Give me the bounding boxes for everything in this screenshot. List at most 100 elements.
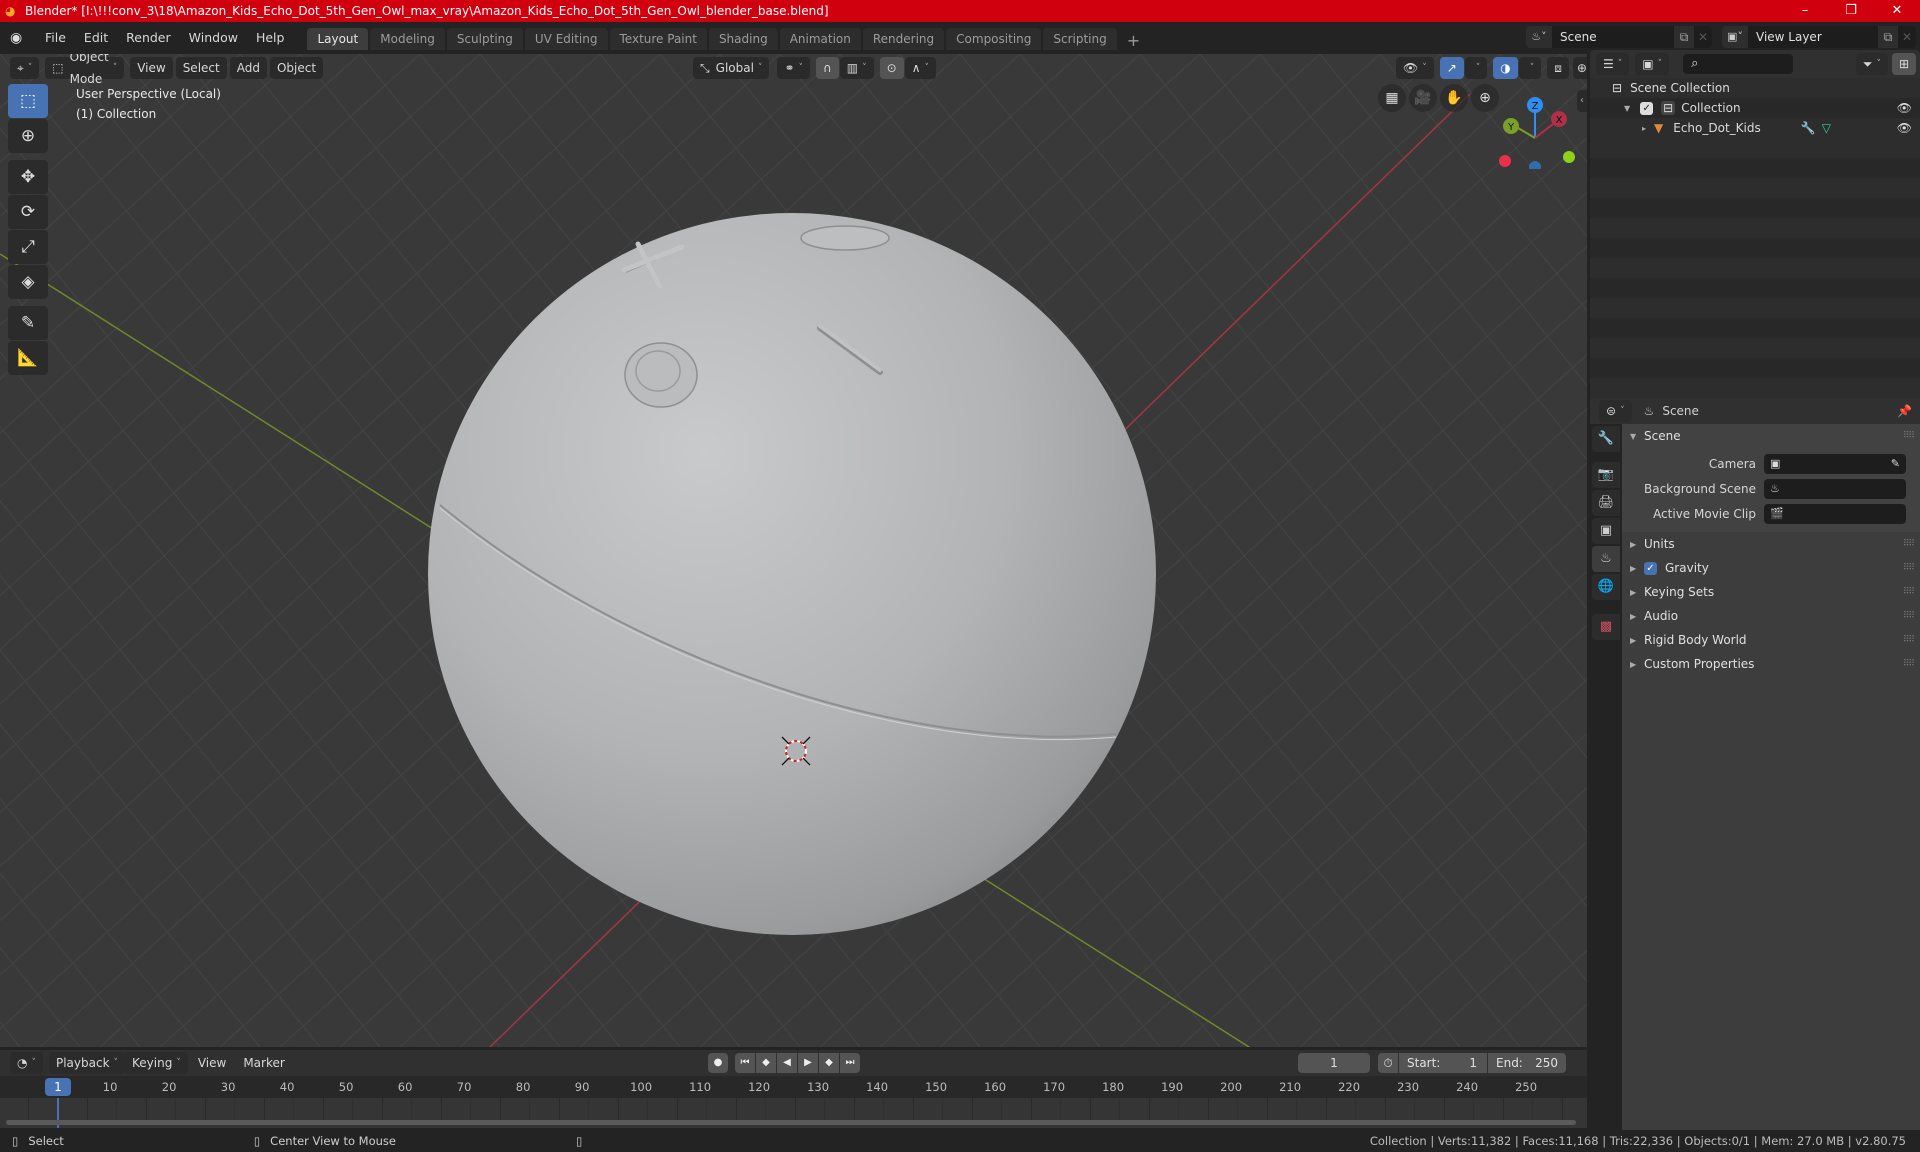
panel-custom-properties[interactable]: ▶ Custom Properties ⠿⠿ — [1622, 652, 1920, 676]
scene-icon[interactable]: ♨˅ — [1526, 26, 1552, 48]
menu-render[interactable]: Render — [117, 26, 180, 50]
modifier-wrench-icon[interactable]: 🔧 — [1801, 121, 1816, 135]
menu-add[interactable]: Add — [229, 57, 267, 79]
pin-icon[interactable]: 📌 — [1897, 404, 1912, 418]
close-button[interactable]: ✕ — [1874, 0, 1920, 22]
gizmo-toggle[interactable]: ↗ — [1439, 57, 1464, 79]
drag-handle-icon[interactable]: ⠿⠿ — [1903, 659, 1915, 669]
drag-handle-icon[interactable]: ⠿⠿ — [1903, 431, 1915, 441]
toggle-ortho-button[interactable]: ▦ — [1378, 84, 1406, 112]
next-keyframe-button[interactable]: ◆ — [819, 1053, 839, 1073]
menu-help[interactable]: Help — [247, 26, 294, 50]
overlays-toggle[interactable]: ◑ — [1493, 57, 1518, 79]
snap-toggle[interactable]: ∩ — [816, 57, 839, 79]
expand-triangle-icon[interactable]: ▼ — [1624, 104, 1630, 113]
sidebar-toggle[interactable]: ‹ — [1577, 90, 1587, 112]
tab-compositing[interactable]: Compositing — [946, 28, 1042, 50]
active-movie-clip-field[interactable]: 🎬 — [1764, 503, 1906, 524]
drag-handle-icon[interactable]: ⠿⠿ — [1903, 563, 1915, 573]
tab-output[interactable]: 🖨 — [1592, 490, 1620, 516]
camera-field[interactable]: ▣ ✎ — [1764, 453, 1906, 474]
drag-handle-icon[interactable]: ⠿⠿ — [1903, 539, 1915, 549]
drag-handle-icon[interactable]: ⠿⠿ — [1903, 635, 1915, 645]
scene-name[interactable]: Scene — [1552, 30, 1674, 44]
properties-editor-type[interactable]: ⊜ ˅ — [1599, 400, 1632, 422]
overlays-dropdown[interactable]: ˅ — [1518, 57, 1542, 79]
tab-layout[interactable]: Layout — [307, 28, 369, 50]
display-mode-selector[interactable]: ▣ ˅ — [1635, 53, 1670, 75]
tab-sculpting[interactable]: Sculpting — [446, 28, 523, 50]
mesh-data-icon[interactable]: ▽ — [1822, 121, 1831, 135]
panel-units[interactable]: ▶ Units ⠿⠿ — [1622, 532, 1920, 556]
editor-type-button[interactable]: ⌖ ˅ — [10, 57, 40, 79]
tab-animation[interactable]: Animation — [779, 28, 861, 50]
panel-rigid-body-world[interactable]: ▶ Rigid Body World ⠿⠿ — [1622, 628, 1920, 652]
annotate-tool[interactable]: ✎ — [8, 306, 48, 340]
new-collection-button[interactable]: ⊞ — [1891, 53, 1916, 75]
delete-scene-icon[interactable]: ✕ — [1694, 30, 1712, 44]
marker-menu[interactable]: Marker — [236, 1052, 291, 1074]
tab-rendering[interactable]: Rendering — [862, 28, 945, 50]
filter-button[interactable]: ⏷ ˅ — [1855, 53, 1888, 75]
gizmo-neg-y[interactable] — [1563, 151, 1575, 163]
snap-target-selector[interactable]: ▥ ˅ — [839, 57, 874, 79]
camera-view-button[interactable]: 🎥 — [1409, 84, 1437, 112]
use-preview-range-toggle[interactable]: ⏱ — [1378, 1053, 1398, 1073]
outliner-editor-type[interactable]: ☰ ˅ — [1596, 53, 1630, 75]
mode-selector[interactable]: ⬚ Object Mode ˅ — [45, 54, 125, 86]
3d-viewport[interactable]: ⌖ ˅ ⬚ Object Mode ˅ View Select Add Object … — [0, 54, 1587, 1047]
tab-scene[interactable]: ♨ — [1592, 546, 1620, 572]
outliner-scene-collection[interactable]: ⊟ Scene Collection — [1590, 78, 1920, 98]
scene-selector[interactable]: ♨˅ Scene ⧉ ✕ — [1526, 26, 1712, 48]
timeline-ruler[interactable]: 1 10 20 30 40 50 60 70 80 90 100 110 120 130 140 150 16… — [0, 1076, 1587, 1098]
tab-tool[interactable]: 🔧 — [1592, 426, 1620, 452]
collection-visibility-eye-icon[interactable]: 👁 — [1897, 101, 1912, 115]
timeline-scrollbar[interactable] — [6, 1120, 1576, 1125]
view-layer-selector[interactable]: ▣˅ View Layer ⧉ ✕ — [1722, 26, 1916, 48]
gravity-checkbox[interactable]: ✓ — [1644, 561, 1657, 575]
minimize-button[interactable]: – — [1782, 0, 1828, 22]
menu-view[interactable]: View — [130, 57, 173, 79]
play-reverse-button[interactable]: ◀ — [777, 1053, 797, 1073]
start-frame-field[interactable]: Start: 1 — [1399, 1053, 1487, 1073]
delete-view-layer-icon[interactable]: ✕ — [1898, 30, 1916, 44]
maximize-button[interactable]: ❐ — [1828, 0, 1874, 22]
tab-texture-paint[interactable]: Texture Paint — [609, 28, 707, 50]
proportional-edit-toggle[interactable]: ⊙ — [879, 57, 904, 79]
record-button[interactable]: ● — [708, 1053, 728, 1073]
viewport-canvas[interactable] — [0, 54, 1587, 1047]
keying-menu[interactable]: Keying ˅ — [125, 1052, 188, 1074]
tab-texture[interactable]: ▩ — [1592, 614, 1620, 640]
pivot-point-selector[interactable]: ⚭ ˅ — [777, 57, 810, 79]
new-scene-icon[interactable]: ⧉ — [1674, 26, 1694, 48]
tab-uv-editing[interactable]: UV Editing — [524, 28, 608, 50]
transform-orientation-selector[interactable]: ⤡ Global ˅ — [693, 57, 770, 79]
end-frame-field[interactable]: End: 250 — [1488, 1053, 1566, 1073]
object-visibility-eye-icon[interactable]: 👁 — [1897, 121, 1912, 135]
play-button[interactable]: ▶ — [798, 1053, 818, 1073]
gizmo-dropdown[interactable]: ˅ — [1464, 57, 1488, 79]
tab-shading[interactable]: Shading — [708, 28, 778, 50]
current-frame-field[interactable]: 1 — [1298, 1053, 1370, 1073]
add-workspace-button[interactable]: + — [1119, 31, 1148, 50]
jump-start-button[interactable]: ⏮ — [735, 1053, 755, 1073]
timeline-view-menu[interactable]: View — [191, 1052, 233, 1074]
current-frame-indicator[interactable]: 1 — [45, 1078, 71, 1096]
panel-scene-header[interactable]: ▼ Scene ⠿⠿ — [1622, 424, 1920, 448]
scale-tool[interactable]: ⤢ — [8, 230, 48, 264]
gizmo-neg-z[interactable] — [1529, 161, 1541, 169]
outliner-collection-row[interactable]: ▼ ✓ ⊟ Collection 👁 — [1590, 98, 1920, 118]
menu-file[interactable]: File — [36, 26, 75, 50]
panel-gravity[interactable]: ▶ ✓ Gravity ⠿⠿ — [1622, 556, 1920, 580]
jump-end-button[interactable]: ⏭ — [840, 1053, 860, 1073]
rotate-tool[interactable]: ⟳ — [8, 195, 48, 229]
background-scene-field[interactable]: ♨ — [1764, 478, 1906, 499]
expand-object-icon[interactable]: ▸ — [1642, 124, 1646, 133]
cursor-tool[interactable]: ⊕ — [8, 119, 48, 153]
tab-render[interactable]: 📷 — [1592, 462, 1620, 488]
menu-select[interactable]: Select — [175, 57, 227, 79]
eyedropper-icon[interactable]: ✎ — [1891, 457, 1900, 470]
panel-audio[interactable]: ▶ Audio ⠿⠿ — [1622, 604, 1920, 628]
navigation-gizmo[interactable]: Z Y X — [1495, 89, 1575, 169]
tab-world[interactable]: 🌐 — [1592, 574, 1620, 600]
